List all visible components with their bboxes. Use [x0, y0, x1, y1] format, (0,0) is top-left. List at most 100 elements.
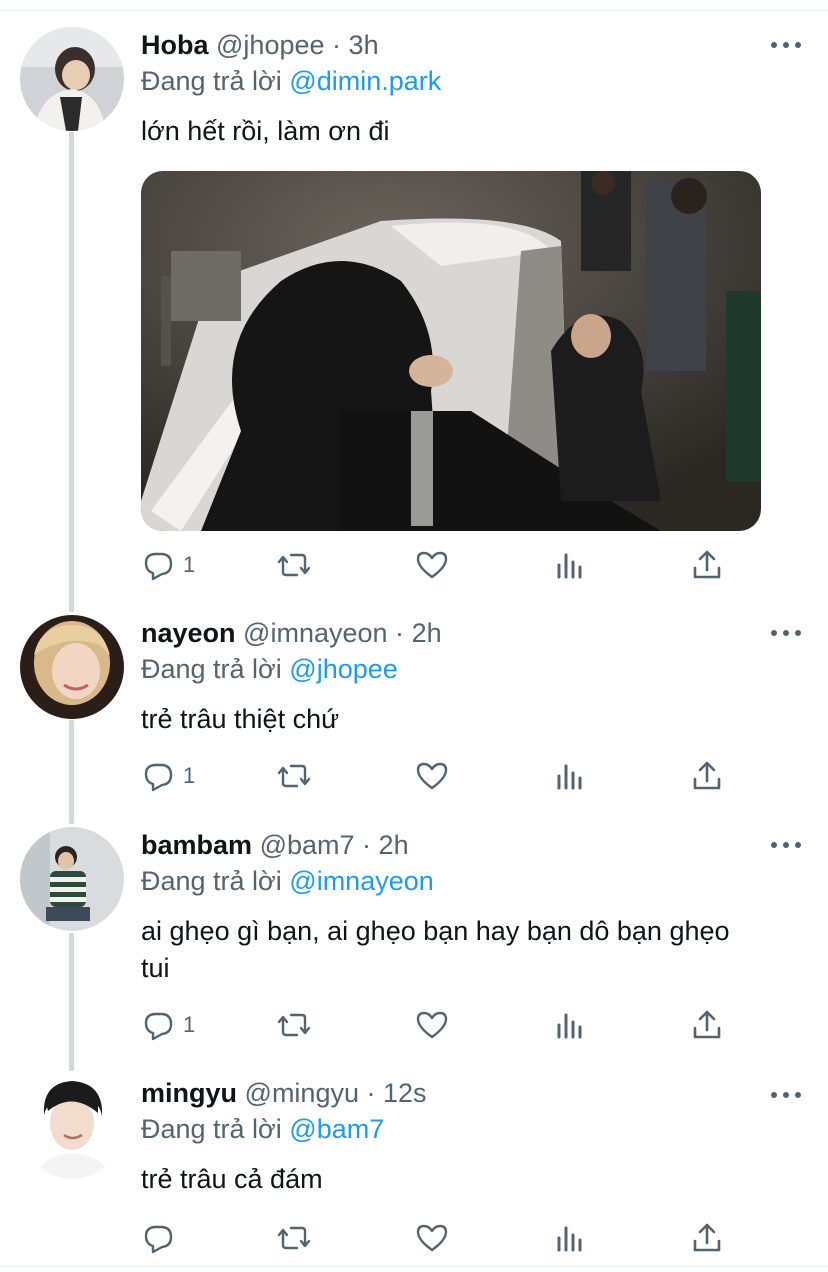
- analytics-button[interactable]: [553, 1007, 587, 1043]
- analytics-icon: [557, 1226, 582, 1252]
- mention-link[interactable]: @jhopee: [289, 654, 398, 684]
- avatar[interactable]: [20, 27, 124, 131]
- tweet[interactable]: mingyu @mingyu · 12s Đang trả lời @bam7 …: [0, 1062, 828, 1266]
- avatar[interactable]: [20, 827, 124, 931]
- action-bar: [141, 1220, 741, 1256]
- reply-icon: [144, 552, 173, 581]
- timestamp[interactable]: 3h: [349, 30, 379, 60]
- user-handle[interactable]: @imnayeon: [243, 618, 387, 648]
- heart-icon: [416, 1011, 448, 1039]
- reply-button[interactable]: 1: [141, 1007, 195, 1043]
- analytics-icon: [557, 764, 582, 790]
- replying-to: Đang trả lời @imnayeon: [141, 863, 781, 899]
- replying-to: Đang trả lời @dimin.park: [141, 63, 781, 99]
- replying-label: Đang trả lời: [141, 1114, 282, 1144]
- more-icon[interactable]: [771, 628, 801, 638]
- user-handle[interactable]: @jhopee: [216, 30, 325, 60]
- analytics-button[interactable]: [553, 1220, 587, 1256]
- like-button[interactable]: [415, 547, 449, 583]
- display-name[interactable]: mingyu: [141, 1078, 237, 1108]
- share-button[interactable]: [690, 758, 724, 794]
- photo-image: [141, 171, 761, 531]
- share-button[interactable]: [690, 1007, 724, 1043]
- reply-icon: [144, 763, 173, 792]
- more-icon[interactable]: [771, 840, 801, 850]
- avatar-image: [20, 27, 124, 131]
- reply-button[interactable]: 1: [141, 758, 195, 794]
- replying-label: Đang trả lời: [141, 654, 282, 684]
- reply-count: 1: [183, 552, 196, 577]
- tweet-header: bambam @bam7 · 2h: [141, 827, 781, 863]
- timestamp[interactable]: 2h: [379, 830, 409, 860]
- avatar[interactable]: [20, 1075, 124, 1179]
- reply-icon: [144, 1225, 173, 1254]
- analytics-button[interactable]: [553, 758, 587, 794]
- tweet-header: nayeon @imnayeon · 2h: [141, 615, 781, 651]
- separator-dot: ·: [362, 830, 372, 860]
- avatar[interactable]: [20, 615, 124, 719]
- more-icon[interactable]: [771, 1090, 801, 1100]
- bottom-divider: [0, 1266, 828, 1267]
- replying-to: Đang trả lời @jhopee: [141, 651, 781, 687]
- tweet[interactable]: nayeon @imnayeon · 2h Đang trả lời @jhop…: [0, 600, 828, 812]
- separator-dot: ·: [395, 618, 405, 648]
- replying-to: Đang trả lời @bam7: [141, 1111, 781, 1147]
- mention-link[interactable]: @dimin.park: [289, 66, 441, 96]
- share-button[interactable]: [690, 1220, 724, 1256]
- analytics-icon: [557, 553, 582, 579]
- mention-link[interactable]: @bam7: [289, 1114, 384, 1144]
- tweet-text: trẻ trâu thiệt chứ: [141, 704, 340, 734]
- user-handle[interactable]: @mingyu: [245, 1078, 359, 1108]
- avatar-image: [20, 1075, 124, 1179]
- heart-icon: [416, 551, 448, 579]
- analytics-button[interactable]: [553, 547, 587, 583]
- tweet-text: lớn hết rồi, làm ơn đi: [141, 116, 390, 146]
- avatar-image: [20, 615, 124, 719]
- tweet-text: trẻ trâu cả đám: [141, 1164, 323, 1194]
- tweet-text: ai ghẹo gì bạn, ai ghẹo bạn hay bạn dô b…: [141, 916, 730, 983]
- retweet-button[interactable]: [277, 547, 311, 583]
- like-button[interactable]: [415, 758, 449, 794]
- like-button[interactable]: [415, 1007, 449, 1043]
- replying-label: Đang trả lời: [141, 866, 282, 896]
- analytics-icon: [557, 1013, 582, 1039]
- like-button[interactable]: [415, 1220, 449, 1256]
- display-name[interactable]: Hoba: [141, 30, 209, 60]
- tweet-header: mingyu @mingyu · 12s: [141, 1075, 781, 1111]
- retweet-icon: [277, 553, 311, 577]
- avatar-image: [20, 827, 124, 931]
- reply-button[interactable]: [141, 1220, 183, 1256]
- heart-icon: [416, 762, 448, 790]
- retweet-icon: [277, 1013, 311, 1037]
- retweet-button[interactable]: [277, 1007, 311, 1043]
- retweet-icon: [277, 764, 311, 788]
- mention-link[interactable]: @imnayeon: [289, 866, 433, 896]
- heart-icon: [416, 1224, 448, 1252]
- timestamp[interactable]: 12s: [383, 1078, 427, 1108]
- timestamp[interactable]: 2h: [412, 618, 442, 648]
- share-icon: [693, 550, 721, 579]
- action-bar: 1: [141, 547, 741, 583]
- user-handle[interactable]: @bam7: [260, 830, 355, 860]
- reply-icon: [144, 1012, 173, 1041]
- retweet-button[interactable]: [277, 758, 311, 794]
- replying-label: Đang trả lời: [141, 66, 282, 96]
- reply-count: 1: [183, 1012, 196, 1037]
- tweet[interactable]: bambam @bam7 · 2h Đang trả lời @imnayeon…: [0, 812, 828, 1062]
- reply-count: 1: [183, 763, 196, 788]
- share-button[interactable]: [690, 547, 724, 583]
- retweet-button[interactable]: [277, 1220, 311, 1256]
- more-icon[interactable]: [771, 40, 801, 50]
- tweet-photo[interactable]: [141, 171, 761, 531]
- share-icon: [693, 761, 721, 790]
- display-name[interactable]: bambam: [141, 830, 252, 860]
- action-bar: 1: [141, 1007, 741, 1043]
- separator-dot: ·: [332, 30, 342, 60]
- retweet-icon: [277, 1226, 311, 1250]
- share-icon: [693, 1223, 721, 1252]
- reply-button[interactable]: 1: [141, 547, 195, 583]
- display-name[interactable]: nayeon: [141, 618, 236, 648]
- action-bar: 1: [141, 758, 741, 794]
- tweet[interactable]: Hoba @jhopee · 3h Đang trả lời @dimin.pa…: [0, 0, 828, 600]
- separator-dot: ·: [366, 1078, 376, 1108]
